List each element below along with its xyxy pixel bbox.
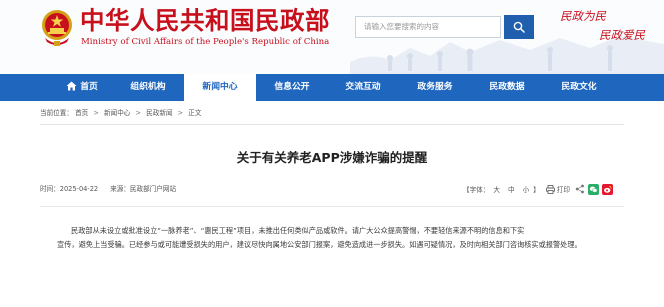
time-label: 时间： xyxy=(40,185,60,193)
emblem-icon[interactable] xyxy=(39,8,75,48)
divider xyxy=(40,124,624,125)
breadcrumb-home[interactable]: 首页 xyxy=(75,109,88,117)
search-button[interactable] xyxy=(504,15,534,39)
font-size-medium-button[interactable]: 中 xyxy=(508,184,515,194)
breadcrumb-civil-news[interactable]: 民政新闻 xyxy=(146,109,172,117)
breadcrumb-separator: > xyxy=(135,109,142,117)
font-size-large-button[interactable]: 大 xyxy=(493,184,500,194)
breadcrumb-prefix: 当前位置： xyxy=(40,109,73,117)
nav-label: 首页 xyxy=(80,82,98,92)
breadcrumb-current: 正文 xyxy=(188,109,202,117)
weibo-share-button[interactable] xyxy=(601,183,613,195)
breadcrumb-separator: > xyxy=(177,109,184,117)
nav-item-interaction[interactable]: 交流互动 xyxy=(332,74,394,101)
site-header: 中华人民共和国民政部 Ministry of Civil Affairs of … xyxy=(0,0,664,74)
main-nav: 首页 组织机构 新闻中心 信息公开 交流互动 政务服务 民政数据 民政文化 xyxy=(0,74,664,101)
site-subtitle: Ministry of Civil Affairs of the People'… xyxy=(81,37,330,47)
breadcrumb-news-center[interactable]: 新闻中心 xyxy=(104,109,130,117)
font-size-small-button[interactable]: 小 xyxy=(523,184,530,194)
print-button[interactable]: 打印 xyxy=(545,184,570,194)
nav-item-services[interactable]: 政务服务 xyxy=(404,74,466,101)
source-label: 来源： xyxy=(110,185,130,193)
nav-item-info-disclosure[interactable]: 信息公开 xyxy=(262,74,322,101)
print-icon xyxy=(545,184,555,194)
breadcrumb-separator: > xyxy=(93,109,99,117)
nav-item-news[interactable]: 新闻中心 xyxy=(184,74,256,101)
article-paragraph: 宣传，避免上当受骗。已经参与或可能遭受损失的用户，建议尽快向属地公安部门报案，避… xyxy=(57,240,582,249)
font-size-label: 【字体： xyxy=(463,186,490,194)
slogan-line-1: 民政为民 xyxy=(560,9,606,23)
nav-item-culture[interactable]: 民政文化 xyxy=(548,74,610,101)
breadcrumb: 当前位置： 首页 > 新闻中心 > 民政新闻 > 正文 xyxy=(40,108,201,118)
weibo-icon xyxy=(603,185,612,193)
article-title: 关于有关养老APP涉嫌诈骗的提醒 xyxy=(236,150,428,165)
home-icon xyxy=(66,81,77,91)
share-icon[interactable] xyxy=(575,184,585,194)
divider xyxy=(40,206,624,207)
print-label: 打印 xyxy=(556,186,570,194)
search-icon xyxy=(513,21,525,33)
font-size-label-end: 】 xyxy=(533,186,540,194)
nav-item-organization[interactable]: 组织机构 xyxy=(118,74,178,101)
wechat-icon xyxy=(589,186,598,193)
publish-time: 2025-04-22 xyxy=(59,185,99,193)
wechat-share-button[interactable] xyxy=(587,183,599,195)
article-source: 民政部门户网站 xyxy=(129,185,177,193)
site-title[interactable]: 中华人民共和国民政部 xyxy=(80,6,330,36)
article-paragraph: 民政部从未设立或批准设立“一脉养老”、“惠民工程”项目，未推出任何类似产品或软件… xyxy=(71,226,525,235)
nav-item-home[interactable]: 首页 xyxy=(52,74,112,101)
search-input[interactable]: 请输入您要搜索的内容 xyxy=(355,16,501,38)
article-meta: 时间：2025-04-22 来源：民政部门户网站 xyxy=(40,184,176,194)
slogan-line-2: 民政爱民 xyxy=(599,28,645,42)
article-tools: 【字体： 大 中 小 】 打印 xyxy=(463,182,613,196)
nav-item-data[interactable]: 民政数据 xyxy=(476,74,538,101)
